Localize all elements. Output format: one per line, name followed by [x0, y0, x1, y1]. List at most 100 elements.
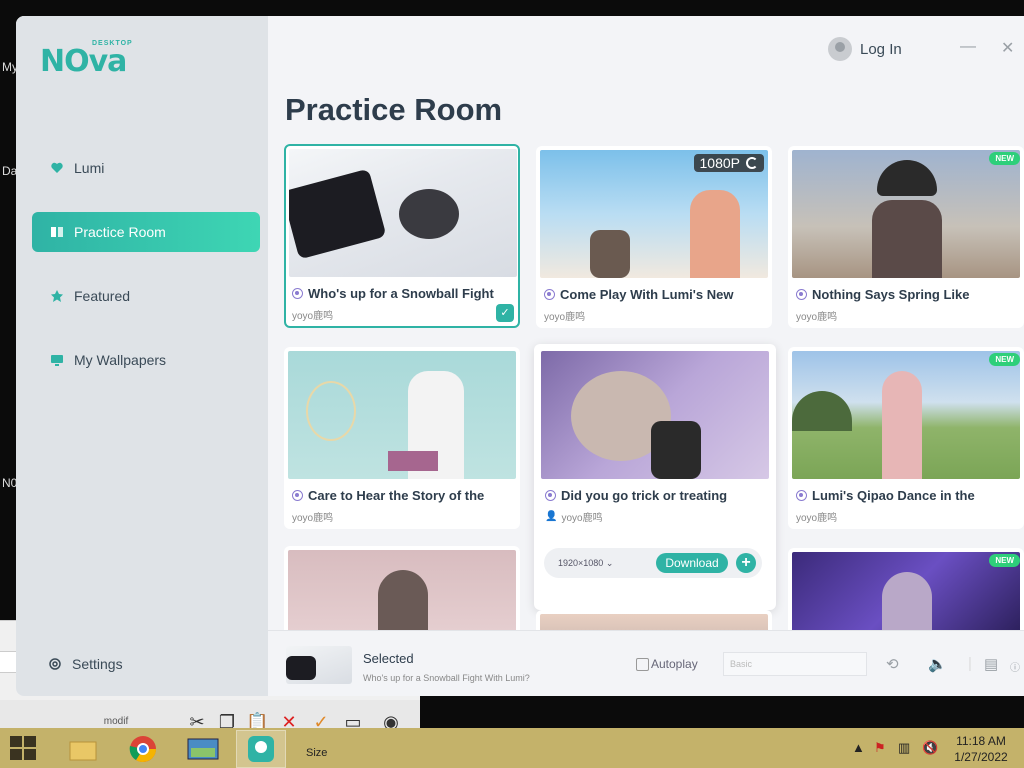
- taskbar-chrome[interactable]: [118, 730, 168, 768]
- card-title: Did you go trick or treating: [545, 488, 767, 503]
- login-label: Log In: [860, 40, 902, 58]
- page-title: Practice Room: [285, 92, 503, 127]
- chrome-icon: [129, 736, 157, 763]
- selected-thumbnail: [286, 646, 352, 684]
- card-title: Come Play With Lumi's New: [544, 287, 766, 302]
- settings-button[interactable]: Settings: [48, 656, 123, 672]
- playlist-icon[interactable]: ▤: [984, 655, 998, 673]
- logo-subtext: DESKTOP: [92, 40, 133, 47]
- card-title-text: Care to Hear the Story of the: [308, 488, 485, 503]
- gear-icon: [49, 658, 61, 670]
- wallpaper-card[interactable]: Care to Hear the Story of the yoyo鹿鸣: [284, 347, 520, 529]
- wallpaper-thumbnail: [792, 150, 1020, 278]
- wallpaper-card[interactable]: [284, 546, 520, 636]
- play-icon: [796, 490, 807, 501]
- card-author: 👤 yoyo鹿鸣: [545, 509, 603, 524]
- card-author-text: yoyo鹿鸣: [561, 513, 603, 524]
- download-button[interactable]: Download: [656, 553, 728, 573]
- card-author: yoyo鹿鸣: [796, 312, 838, 323]
- desktop-background: [420, 696, 1024, 728]
- resolution-text: 1080P: [699, 155, 740, 171]
- play-icon: [796, 289, 807, 300]
- monitor-icon: [51, 355, 63, 366]
- card-title-text: Who's up for a Snowball Fight: [308, 286, 494, 301]
- play-icon: [292, 490, 303, 501]
- wallpaper-card[interactable]: NEW Lumi's Qipao Dance in the yoyo鹿鸣: [788, 347, 1024, 529]
- nova-app-icon: [248, 736, 274, 762]
- user-icon: 👤: [545, 511, 558, 522]
- sidebar-item-label: Featured: [74, 288, 131, 304]
- sidebar-item-label: My Wallpapers: [74, 352, 167, 368]
- play-icon: [544, 289, 555, 300]
- background-size-label: Size: [306, 747, 328, 759]
- app-logo: NOva DESKTOP: [40, 38, 150, 79]
- new-badge: NEW: [989, 554, 1020, 567]
- resolution-value: 1920×1080: [558, 557, 604, 568]
- sidebar-item-label: Practice Room: [74, 224, 166, 240]
- selected-label: Selected: [363, 651, 414, 666]
- card-title-text: Did you go trick or treating: [561, 488, 728, 503]
- refresh-icon[interactable]: ⟲: [886, 655, 899, 673]
- card-title: Care to Hear the Story of the: [292, 488, 514, 503]
- resolution-badge: 1080P: [693, 154, 764, 172]
- sidebar: NOva DESKTOP Lumi Practice Room Featured…: [16, 16, 268, 696]
- volume-icon[interactable]: 🔈: [928, 655, 947, 673]
- card-author: yoyo鹿鸣: [544, 312, 586, 323]
- player-input[interactable]: Basic: [723, 652, 867, 676]
- sidebar-item-lumi[interactable]: Lumi: [32, 148, 260, 188]
- clock-time: 11:18 AM: [956, 734, 1006, 748]
- heart-icon: [51, 162, 63, 173]
- sidebar-item-my-wallpapers[interactable]: My Wallpapers: [32, 340, 260, 380]
- card-title: Who's up for a Snowball Fight: [292, 286, 514, 301]
- card-title-text: Come Play With Lumi's New: [560, 287, 734, 302]
- resolution-select[interactable]: 1920×1080 ⌄: [558, 558, 613, 569]
- card-title: Nothing Says Spring Like: [796, 287, 1018, 302]
- wallpaper-thumbnail: [288, 351, 516, 479]
- info-icon[interactable]: ⓘ: [1010, 659, 1020, 674]
- autoplay-label: Autoplay: [651, 657, 698, 671]
- taskbar-photos[interactable]: [178, 730, 228, 768]
- new-badge: NEW: [989, 353, 1020, 366]
- player-bar: Selected Who's up for a Snowball Fight W…: [268, 630, 1024, 696]
- show-hidden-icons[interactable]: ▲: [852, 740, 865, 760]
- flag-icon[interactable]: ⚑: [874, 740, 886, 760]
- wallpaper-card[interactable]: Who's up for a Snowball Fight yoyo鹿鸣 ✓: [284, 144, 520, 328]
- wallpaper-thumbnail: [288, 550, 516, 636]
- new-badge: NEW: [989, 152, 1020, 165]
- sidebar-item-label: Lumi: [74, 160, 105, 176]
- loading-icon: [746, 157, 758, 169]
- wallpaper-thumbnail: [289, 149, 517, 277]
- image-viewer-icon: [187, 738, 219, 760]
- login-button[interactable]: Log In: [828, 37, 902, 61]
- play-icon: [545, 490, 556, 501]
- card-title: Lumi's Qipao Dance in the: [796, 488, 1018, 503]
- taskbar-nova[interactable]: [236, 730, 286, 768]
- taskbar-explorer[interactable]: [58, 730, 108, 768]
- wallpaper-card[interactable]: Did you go trick or treating 👤 yoyo鹿鸣 192…: [534, 344, 776, 610]
- start-button[interactable]: [10, 736, 38, 762]
- avatar: [828, 37, 852, 61]
- windows-icon: [10, 736, 22, 747]
- chevron-down-icon: ⌄: [605, 557, 614, 568]
- selected-check-icon: ✓: [496, 304, 514, 322]
- close-button[interactable]: ✕: [1001, 38, 1014, 58]
- book-icon: [51, 227, 63, 237]
- volume-muted-icon[interactable]: 🔇: [922, 740, 938, 760]
- autoplay-checkbox[interactable]: Autoplay: [636, 657, 698, 671]
- minimize-button[interactable]: —: [960, 38, 976, 56]
- sidebar-item-practice-room[interactable]: Practice Room: [32, 212, 260, 252]
- wallpaper-card[interactable]: NEW Nothing Says Spring Like yoyo鹿鸣: [788, 146, 1024, 328]
- play-icon: [292, 288, 303, 299]
- clock[interactable]: 11:18 AM 1/27/2022: [948, 733, 1014, 765]
- add-to-wallpapers-button[interactable]: +: [736, 553, 756, 573]
- divider: |: [968, 655, 972, 672]
- card-author: yoyo鹿鸣: [796, 513, 838, 524]
- sidebar-item-featured[interactable]: Featured: [32, 276, 260, 316]
- wallpaper-card[interactable]: NEW: [788, 548, 1024, 636]
- wallpaper-card[interactable]: 1080P Come Play With Lumi's New yoyo鹿鸣: [536, 146, 772, 328]
- card-title-text: Nothing Says Spring Like: [812, 287, 970, 302]
- nova-desktop-window: NOva DESKTOP Lumi Practice Room Featured…: [16, 16, 1024, 696]
- network-icon[interactable]: ▥: [898, 740, 910, 760]
- wallpaper-thumbnail: [792, 351, 1020, 479]
- wallpaper-thumbnail: [541, 351, 769, 479]
